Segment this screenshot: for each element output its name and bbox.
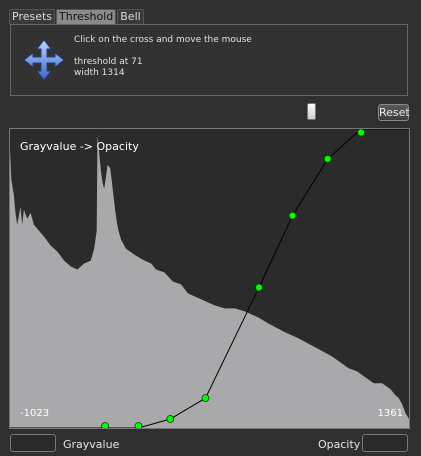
transfer-function-chart[interactable]: Grayvalue -> Opacity -1023 1361: [9, 128, 410, 429]
x-max-label: 1361: [377, 408, 403, 419]
tab-presets[interactable]: Presets: [9, 9, 56, 24]
chart-title: Grayvalue -> Opacity: [20, 140, 139, 153]
opacity-slider-handle[interactable]: [307, 103, 316, 120]
threshold-info-panel: Click on the cross and move the mouse th…: [10, 24, 408, 96]
grayvalue-field[interactable]: [10, 434, 56, 452]
transfer-control-point[interactable]: [134, 422, 143, 429]
threshold-value-text: threshold at 71: [74, 57, 143, 67]
transfer-control-point[interactable]: [201, 394, 210, 403]
move-cross-icon[interactable]: [23, 39, 65, 81]
x-min-label: -1023: [20, 408, 50, 419]
transfer-control-point[interactable]: [101, 422, 109, 429]
info-text: Click on the cross and move the mouse th…: [74, 35, 252, 79]
transfer-control-point[interactable]: [323, 154, 332, 163]
opacity-field[interactable]: [362, 434, 408, 452]
transfer-control-point[interactable]: [166, 415, 175, 423]
instruction-text: Click on the cross and move the mouse: [74, 35, 252, 45]
opacity-label: Opacity: [318, 438, 361, 451]
transfer-control-point[interactable]: [288, 211, 297, 220]
tab-bell[interactable]: Bell: [117, 9, 144, 24]
chart-canvas[interactable]: [10, 129, 409, 428]
transfer-control-point[interactable]: [357, 129, 365, 137]
reset-button[interactable]: Reset: [378, 104, 410, 121]
tab-bar: Presets Threshold Bell: [9, 9, 145, 24]
transfer-control-point[interactable]: [255, 283, 263, 292]
grayvalue-label: Grayvalue: [63, 438, 120, 451]
tab-threshold[interactable]: Threshold: [56, 9, 117, 24]
histogram-area: [10, 135, 409, 428]
width-value-text: width 1314: [74, 68, 125, 78]
